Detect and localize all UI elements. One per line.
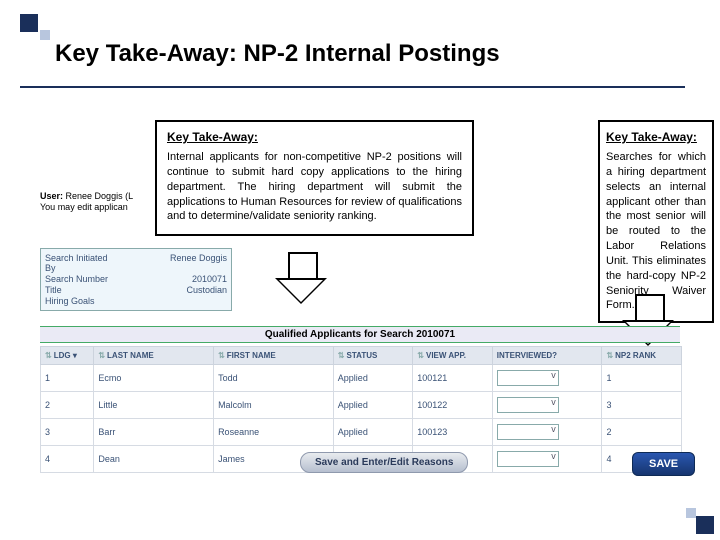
save-enter-button[interactable]: Save and Enter/Edit Reasons (300, 452, 468, 473)
interviewed-select[interactable] (497, 397, 559, 413)
corner-square-light (40, 30, 50, 40)
panel-initiated-label: Search Initiated By (45, 253, 117, 273)
table-row: 3 Barr Roseanne Applied 100123 2 (41, 419, 682, 446)
panel-title-value: Custodian (186, 285, 227, 295)
user-value: Renee Doggis (L (66, 191, 134, 201)
panel-initiated-value: Renee Doggis (170, 253, 227, 273)
col-lastname[interactable]: LAST NAME (94, 347, 214, 365)
search-info-panel: Search Initiated By Renee Doggis Search N… (40, 248, 232, 311)
col-firstname[interactable]: FIRST NAME (214, 347, 334, 365)
callout-right: Key Take-Away: Searches for which a hiri… (598, 120, 714, 323)
col-viewapp[interactable]: VIEW APP. (413, 347, 492, 365)
page-title: Key Take-Away: NP-2 Internal Postings (55, 40, 500, 68)
app-background-usertext: User: Renee Doggis (L You may edit appli… (40, 190, 220, 213)
panel-title-label: Title (45, 285, 117, 295)
interviewed-select[interactable] (497, 424, 559, 440)
col-rank[interactable]: NP2 RANK (602, 347, 682, 365)
corner-square-dark-br (696, 516, 714, 534)
qualified-applicants-header: Qualified Applicants for Search 2010071 (40, 326, 680, 343)
user-note: You may edit applican (40, 202, 220, 212)
callout-right-heading: Key Take-Away: (606, 130, 706, 144)
corner-square-light-br (686, 508, 696, 518)
table-row: 1 Ecmo Todd Applied 100121 1 (41, 365, 682, 392)
panel-num-value: 2010071 (192, 274, 227, 284)
corner-square-dark (20, 14, 38, 32)
col-status[interactable]: STATUS (333, 347, 412, 365)
panel-goals-label: Hiring Goals (45, 296, 117, 306)
callout-left: Key Take-Away: Internal applicants for n… (155, 120, 474, 236)
callout-left-body: Internal applicants for non-competitive … (167, 150, 462, 224)
interviewed-select[interactable] (497, 370, 559, 386)
arrow-down-left (275, 252, 327, 308)
table-row: 2 Little Malcolm Applied 100122 3 (41, 392, 682, 419)
save-button[interactable]: SAVE (632, 452, 695, 476)
user-label: User: (40, 191, 63, 201)
col-ldg[interactable]: LDG ▾ (41, 347, 94, 365)
callout-right-body: Searches for which a hiring department s… (606, 150, 706, 313)
title-underline (20, 86, 685, 88)
col-interviewed[interactable]: INTERVIEWED? (492, 347, 602, 365)
interviewed-select[interactable] (497, 451, 559, 467)
callout-left-heading: Key Take-Away: (167, 130, 462, 144)
panel-num-label: Search Number (45, 274, 117, 284)
